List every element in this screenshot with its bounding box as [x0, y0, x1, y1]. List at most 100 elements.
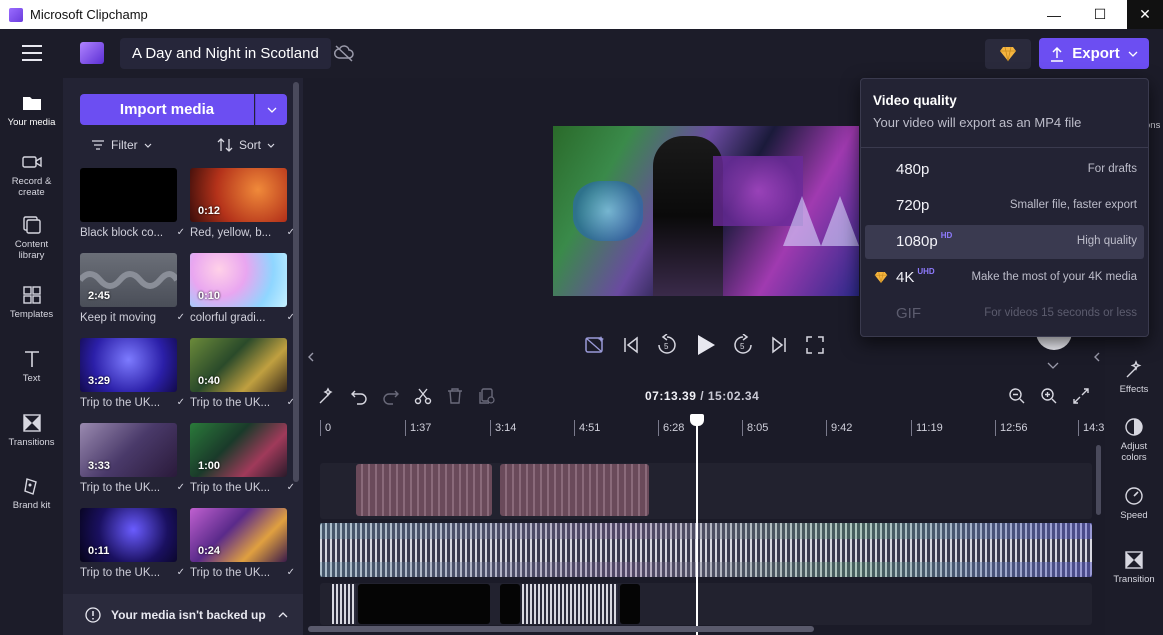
media-item-thumbnail[interactable]: 2:45 — [80, 253, 177, 307]
quality-label: 1080p HD — [896, 231, 953, 250]
rewind-5-icon[interactable]: 5 — [656, 334, 678, 356]
audio-clip[interactable] — [332, 584, 356, 624]
menu-icon[interactable] — [22, 45, 42, 61]
media-scrollbar[interactable] — [293, 82, 299, 482]
maximize-button[interactable]: ☐ — [1077, 0, 1123, 29]
collapse-right-panel-icon[interactable] — [1091, 350, 1103, 364]
clipchamp-logo-icon — [9, 7, 23, 22]
timeline-ruler[interactable]: 0 1:37 3:14 4:51 6:28 8:05 9:42 11:19 12… — [318, 416, 1104, 440]
rp-speed[interactable]: Speed — [1105, 486, 1163, 521]
magic-wand-icon[interactable] — [318, 387, 336, 405]
total-time: / 15:02.34 — [696, 389, 760, 403]
skip-forward-icon[interactable] — [770, 336, 788, 354]
cloud-off-icon[interactable] — [334, 44, 354, 62]
fit-timeline-icon[interactable] — [1072, 387, 1090, 405]
nav-transitions[interactable]: Transitions — [0, 413, 63, 448]
media-item-thumbnail[interactable]: 1:00 — [190, 423, 287, 477]
media-item-label: Trip to the UK... ✓ — [190, 482, 295, 494]
playhead[interactable] — [696, 418, 698, 635]
fullscreen-icon[interactable] — [806, 336, 824, 354]
premium-button[interactable] — [985, 39, 1031, 69]
timecode-display: 07:13.39 / 15:02.34 — [645, 389, 759, 403]
timeline-scrollbar[interactable] — [308, 626, 814, 632]
export-label: Export — [1072, 45, 1120, 62]
sort-button[interactable]: Sort — [217, 138, 275, 152]
media-item-thumbnail[interactable]: 0:24 — [190, 508, 287, 562]
quality-option-1080p[interactable]: 1080p HD High quality — [865, 225, 1144, 259]
quality-option-720p[interactable]: 720p Smaller file, faster export — [865, 189, 1144, 223]
nav-text[interactable]: Text — [0, 349, 63, 384]
nav-your-media[interactable]: Your media — [0, 93, 63, 128]
premium-gem-icon — [874, 271, 888, 284]
nav-templates[interactable]: Templates — [0, 285, 63, 320]
media-item-thumbnail[interactable]: 0:11 — [80, 508, 177, 562]
skip-back-icon[interactable] — [622, 336, 640, 354]
video-clip[interactable] — [356, 464, 492, 516]
black-clip[interactable] — [620, 584, 640, 624]
export-button[interactable]: Export — [1039, 38, 1149, 69]
info-icon — [85, 606, 101, 623]
chevron-down-icon — [144, 143, 152, 148]
filter-button[interactable]: Filter — [91, 138, 152, 152]
media-item-thumbnail[interactable]: 0:40 — [190, 338, 287, 392]
redo-icon[interactable] — [382, 387, 400, 405]
ruler-label: 4:51 — [579, 422, 601, 434]
black-clip[interactable] — [358, 584, 490, 624]
audio-clip-footer — [320, 562, 1092, 577]
nav-record-create[interactable]: Record & create — [0, 152, 63, 198]
ruler-label: 0 — [325, 422, 332, 434]
media-item-label: Black block co... ✓ — [80, 227, 185, 239]
rp-adjust-colors[interactable]: Adjust colors — [1105, 417, 1163, 463]
delete-icon[interactable] — [446, 387, 464, 405]
media-item-label: colorful gradi... ✓ — [190, 312, 295, 324]
chevron-down-icon[interactable] — [1047, 362, 1059, 370]
upload-icon — [1051, 46, 1064, 62]
collapse-left-panel-icon[interactable] — [305, 350, 317, 364]
brand-kit-icon — [23, 478, 37, 495]
media-item-label: Trip to the UK... ✓ — [190, 397, 295, 409]
quality-option-4k[interactable]: 4K UHD Make the most of your 4K media — [865, 261, 1144, 295]
quality-label: 480p — [896, 161, 930, 178]
zoom-out-icon[interactable] — [1008, 387, 1026, 405]
forward-5-icon[interactable]: 5 — [732, 334, 754, 356]
rp-transition[interactable]: Transition — [1105, 550, 1163, 585]
media-item-thumbnail[interactable]: 0:10 — [190, 253, 287, 307]
quality-label: GIF — [896, 305, 921, 322]
transitions-icon — [22, 414, 41, 432]
import-media-button[interactable]: Import media — [80, 94, 254, 125]
text-icon — [24, 351, 39, 367]
nav-brand-kit[interactable]: Brand kit — [0, 476, 63, 511]
uhd-badge: UHD — [917, 267, 935, 276]
nav-content-library[interactable]: Content library — [0, 215, 63, 261]
backup-notice[interactable]: Your media isn't backed up — [63, 594, 303, 635]
quality-option-480p[interactable]: 480p For drafts — [865, 153, 1144, 187]
split-scissors-icon[interactable] — [414, 387, 432, 405]
zoom-in-icon[interactable] — [1040, 387, 1058, 405]
rp-label: Speed — [1120, 510, 1148, 521]
timeline-vertical-scrollbar[interactable] — [1096, 445, 1101, 515]
rp-label: Adjust colors — [1120, 441, 1148, 463]
chevron-up-icon[interactable] — [278, 611, 288, 618]
close-button[interactable]: ✕ — [1127, 0, 1163, 29]
media-item-thumbnail[interactable]: 3:29 — [80, 338, 177, 392]
media-item-thumbnail[interactable] — [80, 168, 177, 222]
black-clip[interactable] — [500, 584, 520, 624]
audio-clip[interactable] — [522, 584, 618, 624]
video-preview[interactable] — [553, 126, 859, 296]
media-item-thumbnail[interactable]: 3:33 — [80, 423, 177, 477]
rp-effects[interactable]: Effects — [1105, 360, 1163, 395]
video-clip[interactable] — [500, 464, 649, 516]
play-icon[interactable] — [695, 333, 717, 357]
duplicate-icon[interactable] — [478, 387, 496, 405]
nav-label: Your media — [7, 117, 56, 128]
project-title[interactable]: A Day and Night in Scotland — [120, 38, 331, 69]
media-item-thumbnail[interactable]: 0:12 — [190, 168, 287, 222]
nav-label: Templates — [9, 309, 54, 320]
quality-description: Make the most of your 4K media — [971, 271, 1137, 283]
magic-frame-icon[interactable] — [584, 334, 606, 356]
media-panel: Import media Filter Sort Black block co.… — [63, 78, 303, 635]
minimize-button[interactable]: — — [1031, 0, 1077, 29]
undo-icon[interactable] — [350, 387, 368, 405]
camera-icon — [21, 156, 42, 168]
import-options-button[interactable] — [255, 94, 287, 125]
